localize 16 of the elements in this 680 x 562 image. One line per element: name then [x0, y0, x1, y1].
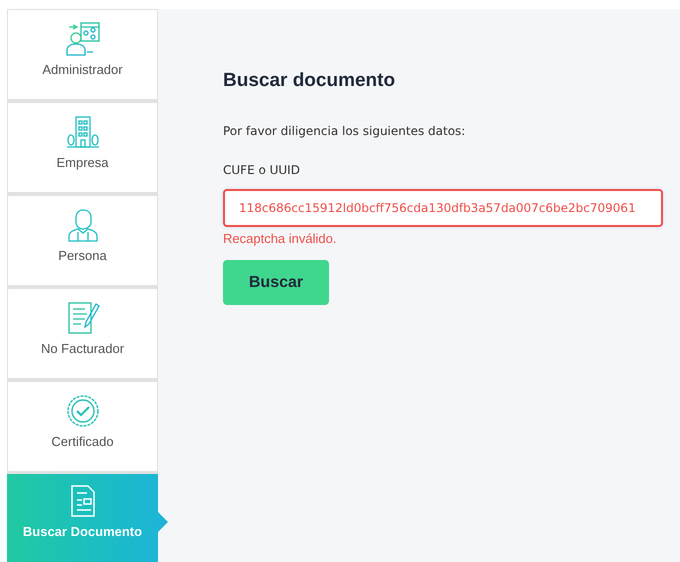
cufe-input-field[interactable]: 118c686cc15912ld0bcff756cda130dfb3a57da007c6be2bc709061 [223, 188, 663, 226]
error-message: Recaptcha inválido. [223, 230, 336, 248]
field-label: CUFE o UUID [223, 162, 300, 178]
administrator-icon [66, 22, 100, 56]
sidebar-item[interactable]: Empresa [7, 102, 158, 195]
building-icon [66, 115, 100, 149]
document-pen-icon [66, 301, 100, 335]
badge-check-icon [66, 394, 100, 428]
search-button[interactable]: Buscar [223, 260, 329, 305]
sidebar-item[interactable]: Persona [7, 195, 158, 288]
sidebar-item[interactable]: Certificado [7, 381, 158, 474]
page-title: Buscar documento [223, 69, 396, 93]
person-icon [66, 208, 100, 242]
sidebar-item[interactable]: Administrador [7, 9, 158, 102]
sidebar-item[interactable]: No Facturador [7, 288, 158, 381]
instructions: Por favor diligencia los siguientes datos: [223, 122, 466, 140]
